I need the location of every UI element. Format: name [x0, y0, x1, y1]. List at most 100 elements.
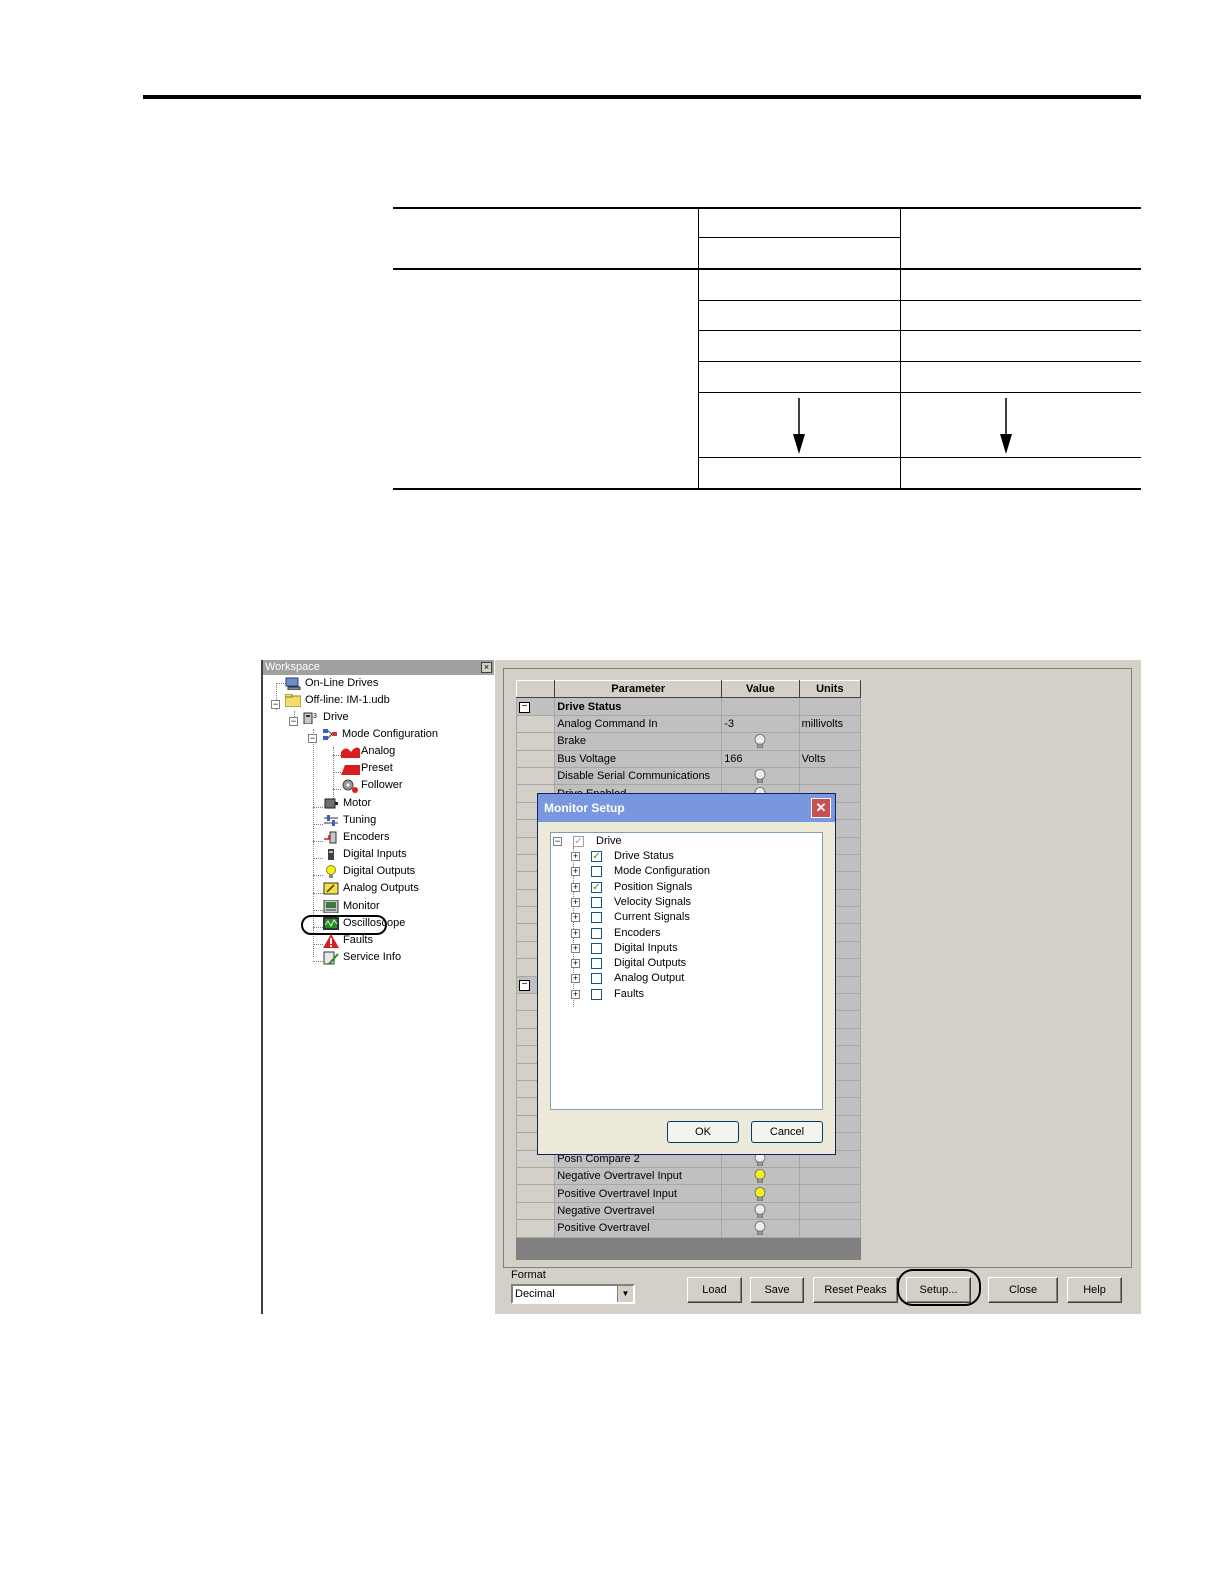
parameter-row[interactable]: Analog Command In -3 millivolts — [515, 714, 862, 734]
units-column-header[interactable]: Units — [798, 679, 862, 699]
tree-item-online-drives[interactable]: On-Line Drives — [285, 675, 378, 692]
ok-button[interactable]: OK — [667, 1121, 739, 1143]
unchecked-checkbox[interactable] — [591, 958, 602, 970]
unchecked-checkbox[interactable] — [591, 927, 602, 939]
unchecked-checkbox[interactable] — [591, 988, 602, 1000]
parameter-units — [798, 766, 862, 786]
parameter-row[interactable]: Disable Serial Communications — [515, 766, 862, 786]
save-button[interactable]: Save — [750, 1277, 804, 1303]
row-selector — [515, 1219, 556, 1238]
dialog-close-button[interactable]: ✕ — [811, 798, 831, 818]
collapse-group-icon[interactable]: − — [519, 980, 530, 992]
cancel-button[interactable]: Cancel — [751, 1121, 823, 1143]
workspace-pane: Workspace × − − − On-Line Drives Off-lin… — [261, 660, 494, 1314]
group-toggle-cell[interactable]: − — [515, 697, 556, 716]
unchecked-checkbox[interactable] — [591, 942, 602, 954]
tree-item-analog-outputs[interactable]: Analog Outputs — [323, 880, 419, 897]
parameter-units — [798, 1201, 862, 1221]
checked-checkbox[interactable]: ✓ — [591, 851, 602, 862]
tree-item-digital-inputs[interactable]: Digital Inputs — [323, 846, 407, 863]
parameter-value — [721, 732, 800, 751]
unchecked-checkbox[interactable] — [591, 912, 602, 924]
parameter-row[interactable]: Positive Overtravel — [515, 1219, 862, 1238]
table-row-divider — [698, 330, 1141, 331]
expand-signal-group-button[interactable]: + — [571, 943, 580, 953]
chevron-down-icon[interactable]: ▼ — [617, 1286, 633, 1302]
table-header-bottom — [393, 268, 1141, 270]
load-button[interactable]: Load — [687, 1277, 742, 1303]
folder-icon — [284, 693, 302, 708]
lightbulb-off-icon — [755, 734, 766, 749]
collapse-mode-configuration-button[interactable]: − — [308, 734, 317, 743]
unchecked-checkbox[interactable] — [591, 866, 602, 878]
parameter-column-header[interactable]: Parameter — [554, 679, 723, 699]
tree-item-offline-database[interactable]: Off-line: IM-1.udb — [284, 692, 390, 709]
group-row[interactable]: − Drive Status — [515, 697, 862, 716]
tree-item-tuning[interactable]: Tuning — [323, 812, 376, 829]
tree-item-mode-configuration[interactable]: Mode Configuration — [322, 726, 438, 743]
collapse-drive-signals-button[interactable]: − — [553, 837, 562, 846]
tree-item-drive[interactable]: 3 Drive — [303, 709, 349, 726]
monitor-icon — [323, 899, 339, 914]
dialog-title: Monitor Setup — [544, 801, 625, 815]
tree-item-encoders[interactable]: Encoders — [323, 829, 389, 846]
format-select-value: Decimal — [515, 1288, 555, 1300]
collapse-drive-button[interactable]: − — [289, 717, 298, 726]
expand-signal-group-button[interactable]: + — [571, 867, 580, 877]
help-button[interactable]: Help — [1067, 1277, 1122, 1303]
lightbulb-off-icon — [755, 1221, 766, 1236]
reset-peaks-button[interactable]: Reset Peaks — [813, 1277, 898, 1303]
tree-item-analog[interactable]: Analog — [341, 743, 395, 760]
close-button[interactable]: Close — [988, 1277, 1058, 1303]
parameter-row[interactable]: Brake — [515, 732, 862, 751]
parameter-row[interactable]: Positive Overtravel Input — [515, 1184, 862, 1203]
faults-icon — [323, 933, 339, 948]
tree-line — [313, 893, 323, 894]
expand-signal-group-button[interactable]: + — [571, 959, 580, 969]
format-select[interactable]: Decimal ▼ — [511, 1284, 635, 1304]
digital-outputs-icon — [323, 864, 339, 878]
row-selector — [515, 732, 556, 751]
drive-root-checkbox[interactable]: ✓ — [573, 836, 584, 847]
collapse-group-icon[interactable]: − — [519, 702, 530, 714]
framework-table — [393, 207, 1141, 490]
signal-group-label: Digital Outputs — [614, 957, 687, 970]
row-selector — [515, 1201, 556, 1221]
expand-signal-group-button[interactable]: + — [571, 882, 580, 892]
parameter-row[interactable]: Bus Voltage 166 Volts — [515, 749, 862, 768]
checked-checkbox[interactable]: ✓ — [591, 881, 602, 893]
signal-group-label: Current Signals — [614, 911, 690, 924]
format-label: Format — [511, 1269, 546, 1281]
follower-icon — [341, 779, 358, 793]
unchecked-checkbox[interactable] — [591, 896, 602, 908]
digital-inputs-icon — [323, 848, 339, 861]
analog-icon — [341, 745, 360, 758]
expand-signal-group-button[interactable]: + — [571, 852, 580, 861]
row-selector — [515, 766, 556, 786]
value-column-header[interactable]: Value — [721, 679, 800, 699]
tree-line — [313, 875, 323, 876]
lightbulb-off-icon — [755, 769, 766, 784]
table-row-divider — [698, 457, 1141, 458]
tree-item-preset[interactable]: Preset — [341, 760, 393, 777]
collapse-offline-button[interactable]: − — [271, 700, 280, 709]
parameter-row[interactable]: Negative Overtravel Input — [515, 1166, 862, 1186]
expand-signal-group-button[interactable]: + — [571, 928, 580, 938]
parameter-value — [721, 1219, 800, 1238]
parameter-row[interactable]: Negative Overtravel — [515, 1201, 862, 1221]
workspace-close-button[interactable]: × — [481, 662, 492, 673]
table-row-divider — [698, 300, 1141, 301]
tree-item-digital-outputs[interactable]: Digital Outputs — [323, 863, 415, 880]
tree-item-service-info[interactable]: Service Info — [323, 949, 401, 966]
lightbulb-on-icon — [755, 1169, 766, 1184]
expand-signal-group-button[interactable]: + — [571, 897, 580, 907]
tree-line — [333, 772, 341, 773]
tree-item-follower[interactable]: Follower — [341, 777, 403, 794]
expand-signal-group-button[interactable]: + — [571, 913, 580, 923]
unchecked-checkbox[interactable] — [591, 973, 602, 985]
expand-signal-group-button[interactable]: + — [571, 989, 580, 999]
tree-item-motor[interactable]: Motor — [323, 795, 371, 812]
tree-item-monitor[interactable]: Monitor — [323, 898, 380, 915]
expand-signal-group-button[interactable]: + — [571, 974, 580, 984]
parameter-value: -3 — [721, 714, 800, 734]
